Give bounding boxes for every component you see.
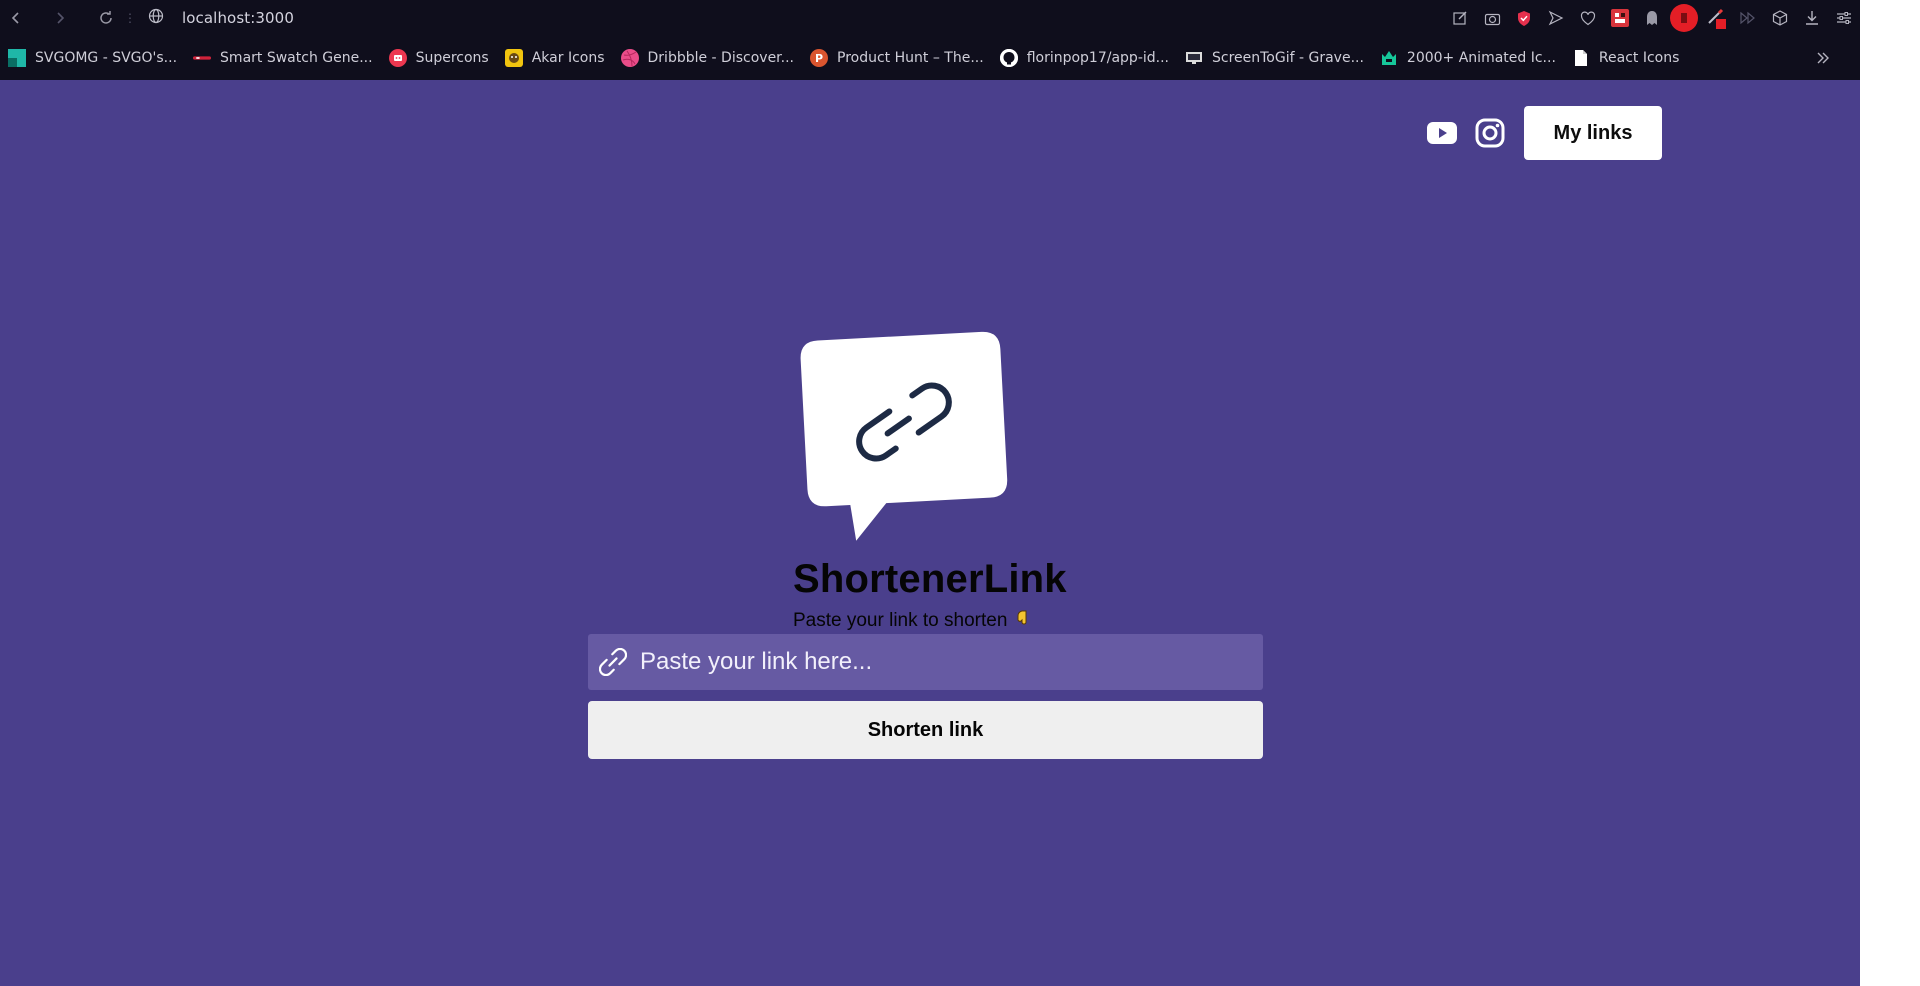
download-icon[interactable] [1796, 0, 1828, 36]
forward-icon[interactable] [48, 6, 72, 30]
bookmark-item[interactable]: Dribbble - Discover... [613, 40, 803, 76]
bookmark-label: 2000+ Animated Ic... [1406, 50, 1556, 66]
back-icon[interactable] [4, 6, 28, 30]
bookmark-label: Product Hunt – The... [837, 50, 984, 66]
bookmark-label: ScreenToGif - Grave... [1212, 50, 1364, 66]
akar-icons-favicon [504, 49, 523, 67]
bookmark-item[interactable]: ScreenToGif - Grave... [1177, 40, 1372, 76]
globe-icon [148, 8, 164, 28]
ghost-extension-icon[interactable] [1636, 0, 1668, 36]
screentogif-favicon [1185, 49, 1203, 67]
bookmark-label: florinpop17/app-id... [1026, 50, 1169, 66]
page-header: My links [1424, 106, 1662, 160]
bookmark-item[interactable]: florinpop17/app-id... [992, 40, 1177, 76]
link-input-group [588, 633, 1263, 691]
bookmark-item[interactable]: React Icons [1564, 40, 1688, 76]
bookmarks-overflow-icon[interactable] [1816, 40, 1830, 76]
bookmark-label: Supercons [415, 50, 489, 66]
supercons-favicon [388, 49, 407, 67]
pointing-down-hand-icon [1015, 610, 1031, 632]
fast-forward-icon[interactable] [1732, 0, 1764, 36]
bookmark-item[interactable]: Smart Swatch Gene... [185, 40, 381, 76]
shorten-link-button[interactable]: Shorten link [588, 701, 1263, 759]
heart-icon[interactable] [1572, 0, 1604, 36]
dribbble-favicon [620, 49, 639, 67]
youtube-icon[interactable] [1424, 115, 1460, 151]
reload-icon[interactable] [94, 6, 118, 30]
bookmark-item[interactable]: 2000+ Animated Ic... [1372, 40, 1564, 76]
bookmark-label: Smart Swatch Gene... [220, 50, 373, 66]
send-icon[interactable] [1540, 0, 1572, 36]
color-picker-extension-icon[interactable] [1700, 0, 1732, 36]
browser-toolbar: ⋮ localhost:3000 [0, 0, 1860, 36]
record-extension-icon[interactable] [1668, 0, 1700, 36]
shield-icon[interactable] [1508, 0, 1540, 36]
bookmark-label: Akar Icons [531, 50, 605, 66]
svgomg-favicon [8, 49, 26, 67]
link-input[interactable] [628, 633, 1263, 691]
extensions-cube-icon[interactable] [1764, 0, 1796, 36]
subtitle-text: Paste your link to shorten [793, 610, 1008, 631]
pixel-art-extension-icon[interactable] [1604, 0, 1636, 36]
bookmark-label: Dribbble - Discover... [647, 50, 795, 66]
smart-swatch-favicon [193, 49, 212, 67]
bookmark-label: React Icons [1598, 50, 1680, 66]
desktop-background [1860, 0, 1920, 986]
bookmark-label: SVGOMG - SVGO's... [35, 50, 178, 66]
link-icon [598, 647, 628, 677]
bookmark-item[interactable]: Akar Icons [497, 40, 613, 76]
page-content: My links ShortenerLink Paste your link t… [0, 80, 1860, 986]
page-subtitle: Paste your link to shorten [793, 610, 1031, 632]
camera-icon[interactable] [1476, 0, 1508, 36]
bookmark-item[interactable]: P Product Hunt – The... [802, 40, 992, 76]
bookmark-item[interactable]: SVGOMG - SVGO's... [0, 40, 185, 76]
bookmark-item[interactable]: Supercons [381, 40, 497, 76]
toolbar-extensions [1444, 0, 1860, 36]
my-links-button[interactable]: My links [1524, 106, 1662, 160]
screen: ⋮ localhost:3000 SVGOMG - SVGO's... Smar… [0, 0, 1920, 986]
animated-icons-favicon [1380, 49, 1398, 67]
instagram-icon[interactable] [1472, 115, 1508, 151]
settings-sliders-icon[interactable] [1828, 0, 1860, 36]
link-chat-bubble-logo [790, 306, 1020, 546]
edit-icon[interactable] [1444, 0, 1476, 36]
address-bar-url[interactable]: localhost:3000 [182, 9, 294, 27]
product-hunt-favicon: P [810, 49, 829, 67]
toolbar-separator: ⋮ [124, 11, 136, 25]
bookmarks-bar: SVGOMG - SVGO's... Smart Swatch Gene... … [0, 40, 1860, 76]
page-title: ShortenerLink [793, 557, 1067, 601]
github-favicon [999, 49, 1018, 67]
file-favicon [1572, 49, 1590, 67]
browser-window: ⋮ localhost:3000 SVGOMG - SVGO's... Smar… [0, 0, 1860, 986]
